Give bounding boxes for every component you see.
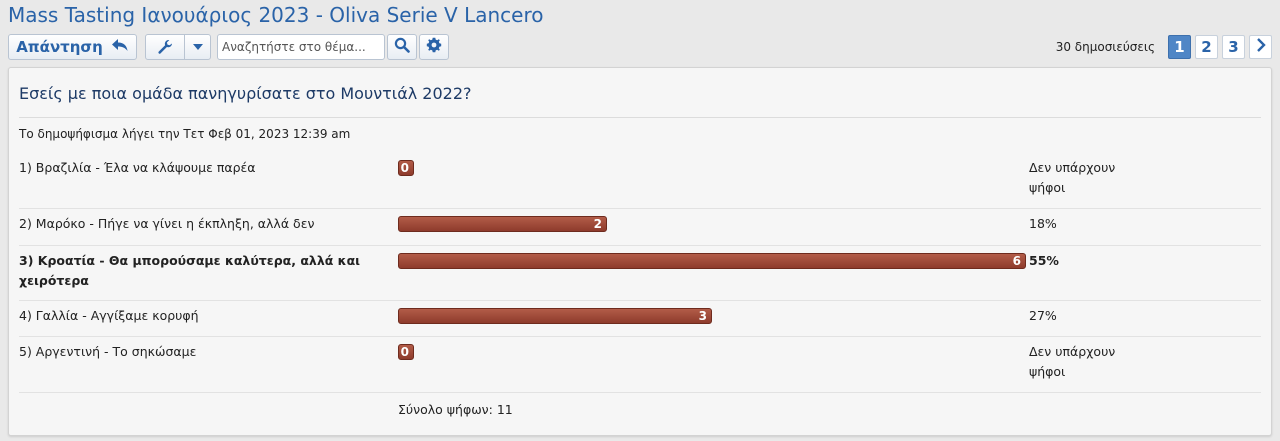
poll-result-bar: 0 (398, 160, 414, 176)
topic-search-input[interactable] (217, 34, 385, 60)
reply-arrow-icon (111, 38, 129, 56)
divider (19, 300, 1261, 301)
divider (19, 392, 1261, 393)
reply-button-label: Απάντηση (16, 38, 103, 56)
poll-deadline: Το δημοψήφισμα λήγει την Τετ Φεβ 01, 202… (19, 127, 351, 141)
poll-result-bar: 3 (398, 308, 712, 324)
poll-vote-count: 0 (400, 345, 409, 359)
thread-title[interactable]: Mass Tasting Ιανουάριος 2023 - Oliva Ser… (8, 3, 543, 27)
poll-panel: Εσείς με ποια ομάδα πανηγυρίσατε στο Μου… (8, 67, 1272, 436)
poll-result-percent: 27% (1029, 308, 1057, 323)
pagination: 30 δημοσιεύσεις 1 2 3 (1056, 35, 1272, 59)
page-2-button[interactable]: 2 (1195, 35, 1218, 59)
page-3-button[interactable]: 3 (1222, 35, 1245, 59)
poll-result-percent: Δεν υπάρχουν ψήφοι (1029, 344, 1116, 379)
thread-tools-dropdown[interactable] (145, 34, 211, 60)
poll-result-percent: 18% (1029, 216, 1057, 231)
advanced-search-button[interactable] (419, 34, 449, 60)
poll-option-label: 5) Αργεντινή - Το σηκώσαμε (19, 344, 197, 359)
poll-vote-count: 0 (400, 161, 409, 175)
divider (19, 245, 1261, 246)
poll-vote-count: 3 (698, 309, 707, 323)
next-page-button[interactable] (1249, 35, 1272, 59)
poll-option-label: 2) Μαρόκο - Πήγε να γίνει η έκπληξη, αλλ… (19, 216, 315, 231)
poll-result-percent: Δεν υπάρχουν ψήφοι (1029, 160, 1116, 195)
page-1-button[interactable]: 1 (1168, 35, 1191, 59)
poll-option-label: 3) Κροατία - Θα μπορούσαμε καλύτερα, αλλ… (19, 253, 361, 288)
poll-option-label: 4) Γαλλία - Αγγίξαμε κορυφή (19, 308, 199, 323)
divider (19, 336, 1261, 337)
chevron-down-icon (185, 35, 210, 59)
gear-icon (426, 37, 442, 57)
search-button[interactable] (387, 34, 417, 60)
poll-result-percent: 55% (1029, 253, 1059, 268)
poll-option-label: 1) Βραζιλία - Έλα να κλάψουμε παρέα (19, 160, 256, 175)
post-count: 30 δημοσιεύσεις (1055, 40, 1155, 54)
poll-question: Εσείς με ποια ομάδα πανηγυρίσατε στο Μου… (19, 84, 472, 103)
poll-vote-count: 6 (1012, 254, 1021, 268)
search-icon (394, 37, 410, 57)
poll-total-votes: Σύνολο ψήφων: 11 (398, 402, 513, 417)
wrench-icon (146, 35, 186, 59)
poll-vote-count: 2 (593, 217, 602, 231)
poll-result-bar: 0 (398, 344, 414, 360)
divider (19, 208, 1261, 209)
poll-result-bar: 2 (398, 216, 607, 232)
thread-toolbar: Απάντηση (8, 34, 449, 60)
reply-button[interactable]: Απάντηση (8, 34, 137, 60)
chevron-right-icon (1256, 38, 1266, 56)
poll-result-bar: 6 (398, 253, 1026, 269)
divider (19, 117, 1261, 118)
